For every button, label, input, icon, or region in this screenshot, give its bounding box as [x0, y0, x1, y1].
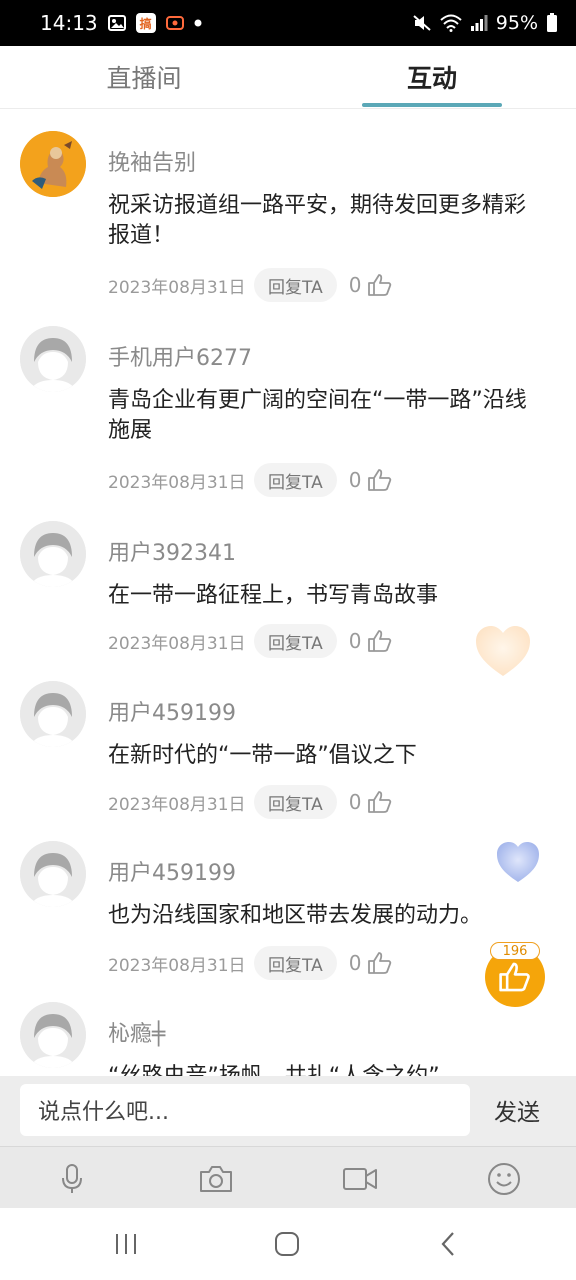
tab-live-room[interactable]: 直播间	[44, 46, 244, 108]
comment-date: 2023年08月31日	[108, 472, 246, 493]
status-bar: 14:13 搞 95%	[0, 0, 576, 46]
status-time: 14:13	[40, 11, 98, 35]
reply-button[interactable]: 回复TA	[254, 624, 337, 658]
back-icon[interactable]	[428, 1226, 468, 1262]
microphone-icon[interactable]	[52, 1159, 92, 1199]
screen-record-icon	[165, 15, 184, 31]
comment-author: 用户459199	[108, 861, 236, 886]
like-count: 0	[348, 629, 362, 653]
avatar[interactable]	[20, 521, 86, 587]
avatar[interactable]	[20, 681, 86, 747]
thumbs-up-icon[interactable]	[367, 468, 393, 492]
send-button[interactable]: 发送	[482, 1084, 552, 1136]
avatar[interactable]	[20, 131, 86, 197]
camera-icon[interactable]	[196, 1159, 236, 1199]
tab-bar: 直播间 互动	[0, 46, 576, 109]
comment-input-bar: 说点什么吧... 发送	[0, 1076, 576, 1146]
video-icon[interactable]	[340, 1159, 380, 1199]
system-navigation-bar	[0, 1208, 576, 1280]
comment-author: 手机用户6277	[108, 346, 252, 371]
mute-icon	[412, 14, 432, 32]
avatar[interactable]	[20, 326, 86, 392]
battery-icon	[546, 13, 558, 33]
comment-text: 祝采访报道组一路平安，期待发回更多精彩报道！	[108, 193, 527, 248]
media-toolbar	[0, 1146, 576, 1209]
gallery-icon	[107, 15, 126, 31]
floating-heart-icon	[474, 624, 532, 682]
comment-text: 在新时代的“一带一路”倡议之下	[108, 743, 417, 768]
like-count: 0	[348, 273, 362, 297]
like-count: 0	[348, 790, 362, 814]
comment-text: 在一带一路征程上，书写青岛故事	[108, 583, 439, 608]
comment-text: 青岛企业有更广阔的空间在“一带一路”沿线施展	[108, 388, 527, 443]
home-icon[interactable]	[267, 1226, 307, 1262]
recent-apps-icon[interactable]	[106, 1226, 146, 1262]
comment-author: 用户459199	[108, 701, 236, 726]
comment-date: 2023年08月31日	[108, 277, 246, 298]
like-count: 0	[348, 468, 362, 492]
comment-author: 杺瘾╪	[108, 1022, 166, 1047]
comment-date: 2023年08月31日	[108, 633, 246, 654]
avatar[interactable]	[20, 1002, 86, 1068]
reply-button[interactable]: 回复TA	[254, 463, 337, 497]
thumbs-up-icon[interactable]	[367, 629, 393, 653]
avatar[interactable]	[20, 841, 86, 907]
floating-heart-icon	[495, 840, 541, 888]
reply-button[interactable]: 回复TA	[254, 268, 337, 302]
like-count: 0	[348, 951, 362, 975]
active-tab-indicator	[362, 103, 502, 107]
comment-date: 2023年08月31日	[108, 794, 246, 815]
app-notification-icon: 搞	[135, 13, 156, 33]
thumbs-up-icon[interactable]	[367, 790, 393, 814]
comment-date: 2023年08月31日	[108, 955, 246, 976]
reply-button[interactable]: 回复TA	[254, 946, 337, 980]
signal-icon	[470, 14, 488, 32]
thumbs-up-icon[interactable]	[367, 273, 393, 297]
like-total-badge: 196	[490, 942, 540, 960]
comment-author: 挽袖告别	[108, 151, 197, 176]
comment-text: 也为沿线国家和地区带去发展的动力。	[108, 903, 483, 928]
emoji-icon[interactable]	[484, 1159, 524, 1199]
comment-author: 用户392341	[108, 541, 236, 566]
battery-level: 95%	[495, 12, 538, 34]
wifi-icon	[440, 14, 462, 32]
reply-button[interactable]: 回复TA	[254, 785, 337, 819]
comment-input[interactable]: 说点什么吧...	[20, 1084, 470, 1136]
thumbs-up-icon[interactable]	[367, 951, 393, 975]
notification-dot-icon	[194, 19, 202, 27]
tab-interaction[interactable]: 互动	[362, 46, 502, 108]
